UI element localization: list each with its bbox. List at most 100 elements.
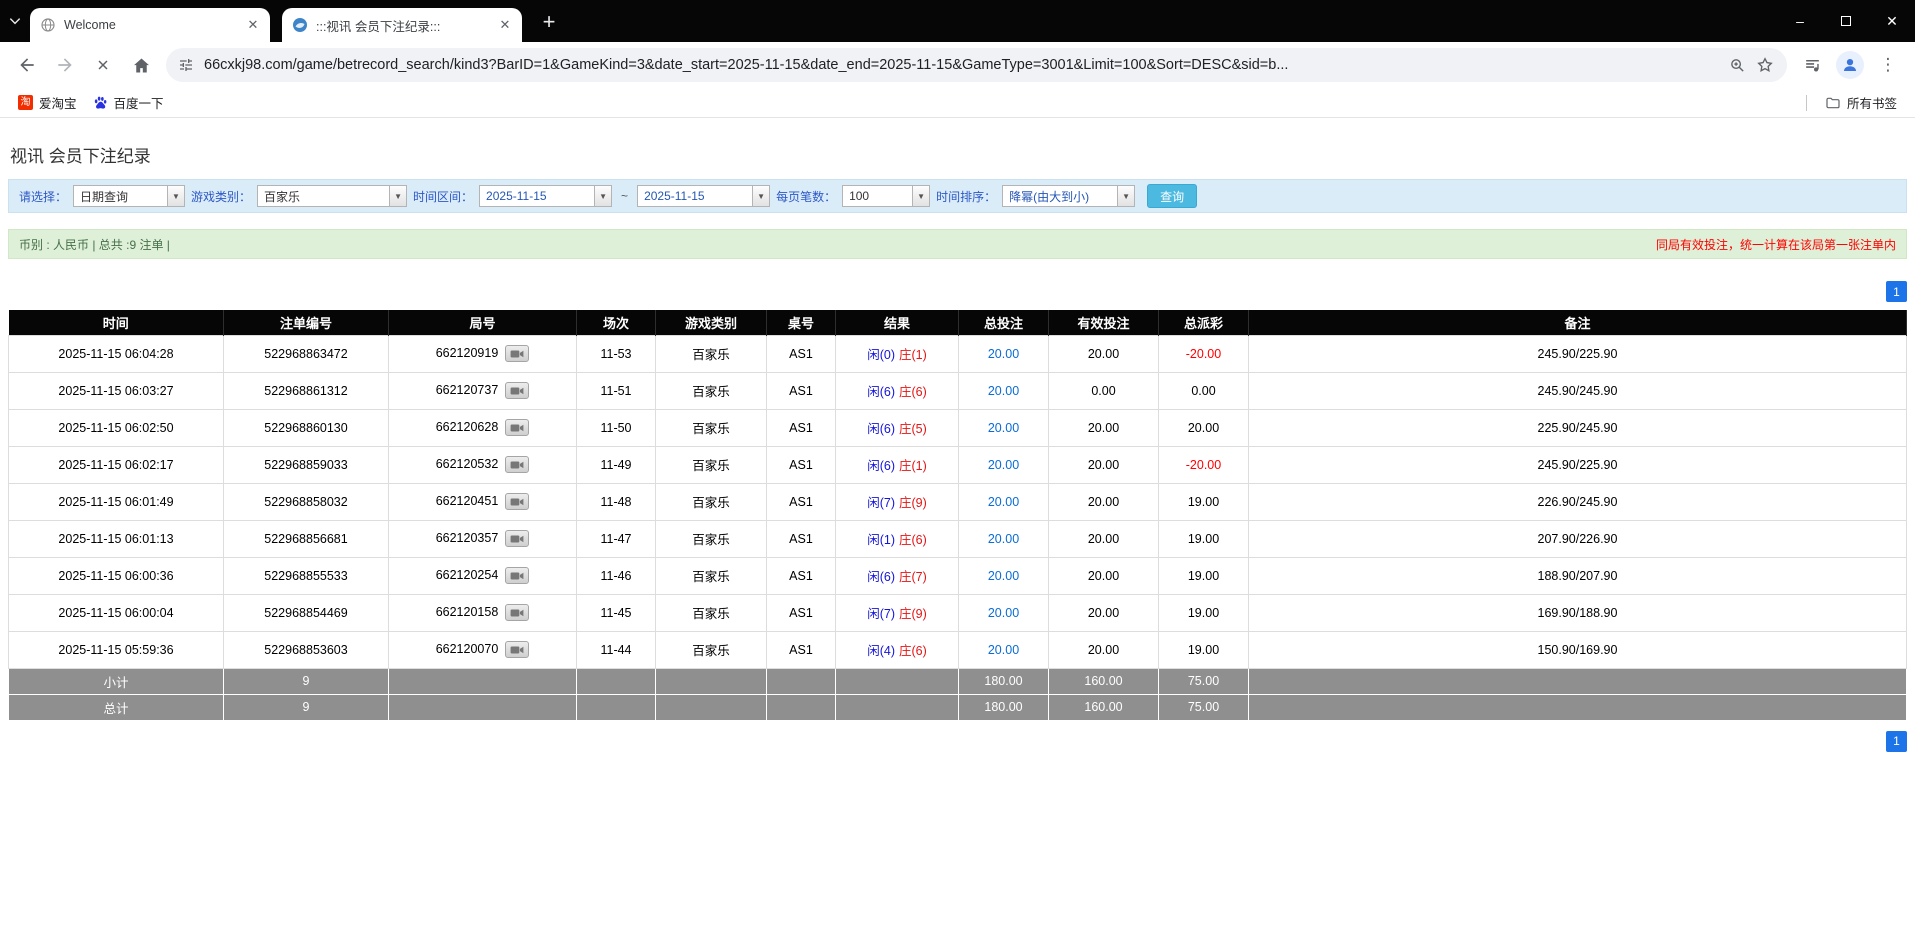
result-player: 闲(6)	[867, 459, 895, 473]
tab-search-button[interactable]	[0, 0, 30, 42]
video-replay-button[interactable]	[505, 382, 529, 399]
browser-menu-button[interactable]: ⋮	[1871, 48, 1905, 82]
cell-session: 11-51	[577, 372, 656, 409]
tab-betrecord-active[interactable]: :::视讯 会员下注纪录::: ✕	[282, 8, 522, 42]
cell-time: 2025-11-15 06:02:50	[9, 409, 224, 446]
cell-total-bet-link[interactable]: 20.00	[959, 372, 1049, 409]
result-player: 闲(0)	[867, 348, 895, 362]
sort-order-combobox[interactable]: 降幂(由大到小) ▼	[1002, 185, 1135, 207]
cell-total-bet-link[interactable]: 20.00	[959, 557, 1049, 594]
bookmark-label: 爱淘宝	[39, 93, 77, 112]
tab-close-icon[interactable]: ✕	[496, 16, 514, 34]
video-replay-button[interactable]	[505, 456, 529, 473]
video-replay-button[interactable]	[505, 567, 529, 584]
bet-record-table: 时间注单编号局号场次游戏类别桌号结果总投注有效投注总派彩备注 2025-11-1…	[8, 310, 1907, 721]
window-maximize-button[interactable]	[1823, 0, 1869, 42]
media-controls-button[interactable]	[1795, 48, 1829, 82]
date-end-combobox[interactable]: 2025-11-15 ▼	[637, 185, 770, 207]
sort-order-label: 时间排序：	[936, 188, 996, 205]
back-button[interactable]	[10, 48, 44, 82]
chevron-down-icon[interactable]: ▼	[167, 186, 184, 206]
bookmark-baidu[interactable]: 百度一下	[85, 90, 172, 115]
cell-table-code: AS1	[767, 557, 836, 594]
url-text[interactable]: 66cxkj98.com/game/betrecord_search/kind3…	[204, 57, 1713, 73]
select-mode-value: 日期查询	[74, 186, 167, 206]
video-camera-icon	[510, 645, 524, 655]
table-header-cell: 游戏类别	[656, 310, 767, 335]
chevron-down-icon[interactable]: ▼	[912, 186, 929, 206]
cell-total-bet-link[interactable]: 20.00	[959, 409, 1049, 446]
cell-session: 11-49	[577, 446, 656, 483]
search-button[interactable]: 查询	[1147, 184, 1197, 208]
table-header-cell: 时间	[9, 310, 224, 335]
video-replay-button[interactable]	[505, 604, 529, 621]
cell-note: 245.90/245.90	[1249, 372, 1907, 409]
forward-button[interactable]	[48, 48, 82, 82]
window-close-button[interactable]: ✕	[1869, 0, 1915, 42]
tab-close-icon[interactable]: ✕	[244, 16, 262, 34]
video-replay-button[interactable]	[505, 419, 529, 436]
result-banker: 庄(5)	[899, 422, 927, 436]
cell-valid-bet: 20.00	[1049, 483, 1159, 520]
forward-arrow-icon	[55, 55, 75, 75]
chevron-down-icon[interactable]: ▼	[752, 186, 769, 206]
cell-round: 662120158	[389, 594, 577, 631]
date-start-value: 2025-11-15	[480, 186, 594, 206]
cell-total-bet-link[interactable]: 20.00	[959, 446, 1049, 483]
video-replay-button[interactable]	[505, 493, 529, 510]
chevron-down-icon[interactable]: ▼	[1117, 186, 1134, 206]
video-replay-button[interactable]	[505, 345, 529, 362]
tab-welcome[interactable]: Welcome ✕	[30, 8, 270, 42]
site-favicon-icon	[292, 17, 308, 33]
address-bar[interactable]: 66cxkj98.com/game/betrecord_search/kind3…	[166, 48, 1787, 82]
folder-icon	[1825, 95, 1841, 111]
chevron-down-icon[interactable]: ▼	[594, 186, 611, 206]
avatar	[1836, 51, 1864, 79]
cell-total-bet-link[interactable]: 20.00	[959, 631, 1049, 668]
profile-button[interactable]	[1833, 48, 1867, 82]
stop-loading-button[interactable]	[86, 48, 120, 82]
cell-round: 662120254	[389, 557, 577, 594]
cell-bet-id: 522968860130	[224, 409, 389, 446]
date-start-combobox[interactable]: 2025-11-15 ▼	[479, 185, 612, 207]
page-content: 视讯 会员下注纪录 请选择： 日期查询 ▼ 游戏类别： 百家乐 ▼ 时间区间： …	[0, 118, 1915, 752]
select-mode-combobox[interactable]: 日期查询 ▼	[73, 185, 185, 207]
result-player: 闲(6)	[867, 385, 895, 399]
page-1-button[interactable]: 1	[1886, 281, 1907, 302]
site-info-tune-icon[interactable]	[178, 57, 194, 73]
cell-bet-id: 522968855533	[224, 557, 389, 594]
date-range-label: 时间区间：	[413, 188, 473, 205]
three-dot-menu-icon: ⋮	[1880, 55, 1897, 75]
home-icon	[131, 55, 152, 76]
cell-note: 245.90/225.90	[1249, 335, 1907, 372]
all-bookmarks-button[interactable]: 所有书签	[1817, 90, 1905, 115]
result-player: 闲(1)	[867, 533, 895, 547]
cell-total-bet-link[interactable]: 20.00	[959, 594, 1049, 631]
cell-round: 662120628	[389, 409, 577, 446]
page-size-combobox[interactable]: 100 ▼	[842, 185, 930, 207]
cell-valid-bet: 20.00	[1049, 446, 1159, 483]
new-tab-button[interactable]: +	[534, 7, 564, 37]
cell-total-bet-link[interactable]: 20.00	[959, 483, 1049, 520]
result-banker: 庄(1)	[899, 348, 927, 362]
window-minimize-button[interactable]: –	[1777, 0, 1823, 42]
zoom-button[interactable]	[1723, 51, 1751, 79]
video-replay-button[interactable]	[505, 530, 529, 547]
cell-total-bet-link[interactable]: 20.00	[959, 520, 1049, 557]
home-button[interactable]	[124, 48, 158, 82]
cell-round: 662120070	[389, 631, 577, 668]
cell-payout: 0.00	[1159, 372, 1249, 409]
all-bookmarks-label: 所有书签	[1847, 93, 1897, 112]
video-replay-button[interactable]	[505, 641, 529, 658]
page-1-button[interactable]: 1	[1886, 731, 1907, 752]
bookmarks-right: 所有书签	[1806, 90, 1905, 115]
game-type-combobox[interactable]: 百家乐 ▼	[257, 185, 407, 207]
chevron-down-icon[interactable]: ▼	[389, 186, 406, 206]
chevron-down-icon	[8, 14, 22, 28]
bookmark-star-button[interactable]	[1751, 51, 1779, 79]
cell-total-bet-link[interactable]: 20.00	[959, 335, 1049, 372]
cell-round: 662120451	[389, 483, 577, 520]
game-type-label: 游戏类别：	[191, 188, 251, 205]
bookmark-aitaobao[interactable]: 淘 爱淘宝	[10, 90, 85, 115]
table-row: 2025-11-15 06:02:50 522968860130 6621206…	[9, 409, 1907, 446]
